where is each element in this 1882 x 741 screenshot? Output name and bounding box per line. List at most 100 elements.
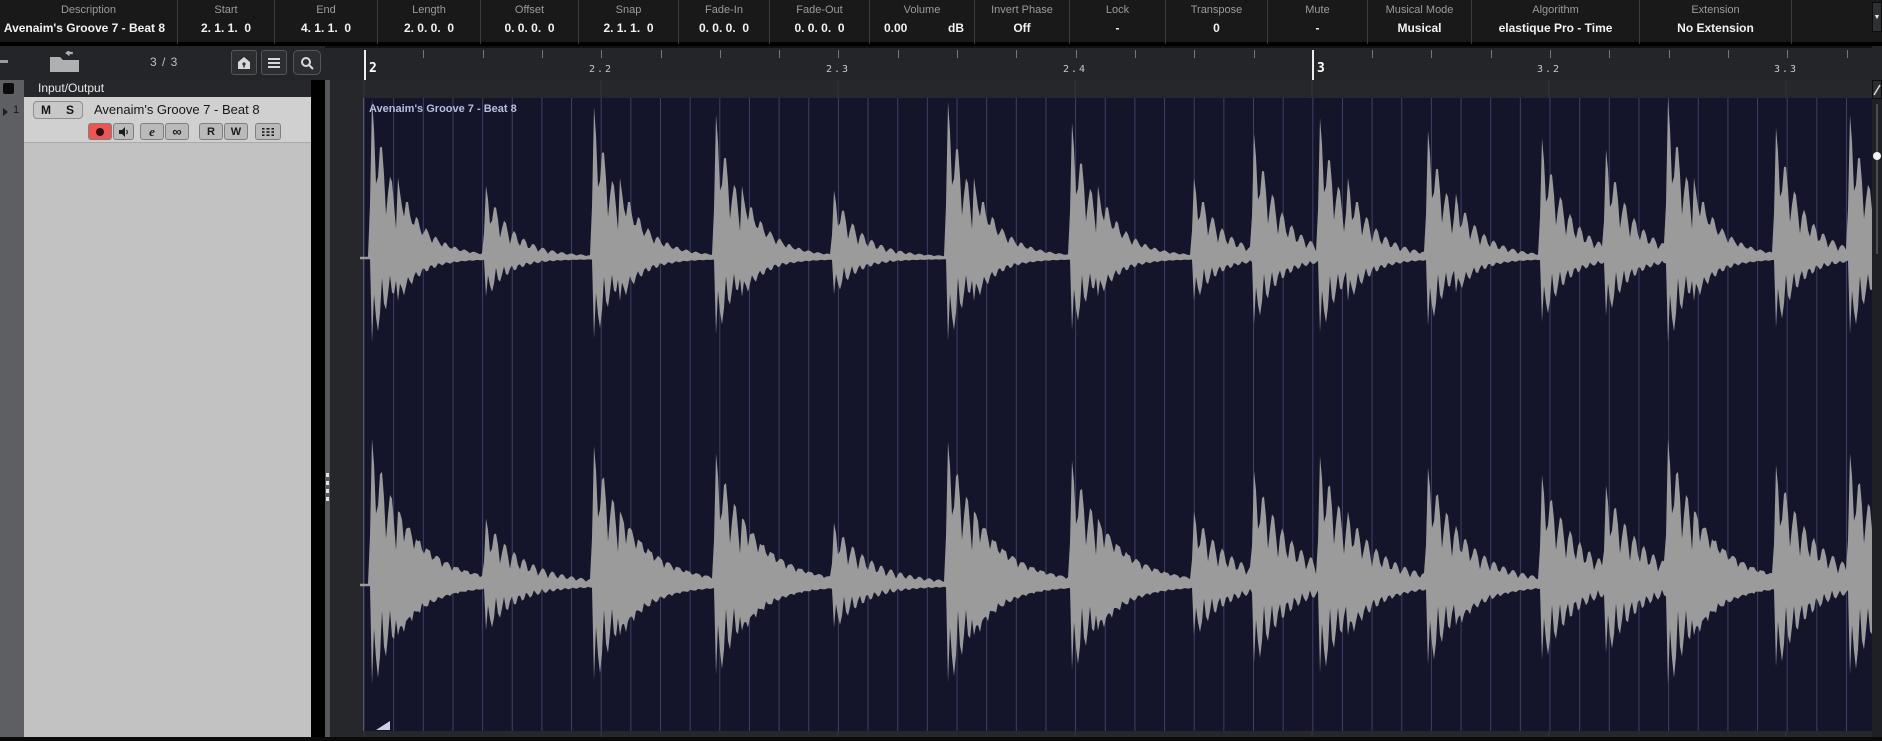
track-list-gutter: 1 [0, 80, 24, 737]
zoom-tool-icon[interactable] [1872, 80, 1882, 99]
ruler-tick [1609, 50, 1611, 58]
overlap-dash-icon[interactable] [0, 60, 8, 63]
ruler-beat-label: 3.3 [1773, 64, 1799, 75]
record-icon [96, 127, 104, 136]
info-label-start: Start [214, 4, 238, 16]
info-field-invert_phase[interactable]: Invert Phase Off [975, 0, 1070, 44]
info-field-mute[interactable]: Mute - [1268, 0, 1368, 44]
track-number: 1 [13, 104, 20, 116]
info-label-musical_mode: Musical Mode [1385, 4, 1454, 16]
info-field-fade_out[interactable]: Fade-Out 0. 0. 0. 0 [770, 0, 870, 44]
info-value-extension[interactable]: No Extension [1640, 21, 1791, 35]
panel-divider [311, 80, 325, 737]
ruler-tick [779, 50, 781, 58]
bars-beats-ruler[interactable]: 2 2.2 2.3 2.4 3 3.2 3.3 [325, 46, 1872, 80]
record-enable-button[interactable] [88, 123, 112, 140]
info-value-transpose[interactable]: 0 [1166, 21, 1267, 35]
info-value-start[interactable]: 2. 1. 1. 0 [178, 21, 274, 35]
waveform-channel-1 [360, 98, 1872, 343]
info-label-mute: Mute [1305, 4, 1330, 16]
zoom-slider-track[interactable] [1876, 104, 1878, 254]
info-field-start[interactable]: Start 2. 1. 1. 0 [178, 0, 275, 44]
search-icon[interactable] [293, 50, 321, 75]
info-value-length[interactable]: 2. 0. 0. 0 [378, 21, 480, 35]
info-filler [1792, 0, 1882, 42]
io-column-header: Input/Output [24, 80, 311, 97]
info-label-fade_in: Fade-In [705, 4, 743, 16]
info-field-description[interactable]: Description Avenaim's Groove 7 - Beat 8 [0, 0, 178, 44]
ruler-beat-label: 2.2 [588, 64, 614, 75]
info-label-extension: Extension [1691, 4, 1740, 16]
lanes-button[interactable] [255, 123, 281, 140]
home-icon[interactable] [231, 50, 257, 75]
info-value-musical_mode[interactable]: Musical [1368, 21, 1471, 35]
ruler-tick [482, 50, 484, 58]
info-field-volume[interactable]: Volume 0.00 dB [870, 0, 975, 44]
mute-button[interactable]: M [34, 102, 58, 118]
ruler-tick [957, 50, 958, 58]
info-label-snap: Snap [615, 4, 642, 16]
ruler-bar-line [1312, 50, 1314, 80]
info-field-offset[interactable]: Offset 0. 0. 0. 0 [481, 0, 579, 44]
info-label-volume: Volume [903, 4, 941, 16]
editor-toolbar-strip: 3 / 3 2 2.2 2.3 2.4 3 3.2 3.3 [0, 46, 1882, 80]
info-value-invert_phase[interactable]: Off [975, 21, 1069, 35]
info-label-transpose: Transpose [1190, 4, 1243, 16]
ruler-tick [1668, 50, 1670, 58]
ruler-tick [1372, 50, 1374, 58]
waveform-canvas[interactable]: Avenaim's Groove 7 - Beat 8 [330, 80, 1872, 737]
solo-button[interactable]: S [58, 102, 82, 118]
ruler-tick [1016, 50, 1018, 58]
info-value-end[interactable]: 4. 1. 1. 0 [275, 21, 377, 35]
waveform-channel-2 [360, 438, 1872, 685]
ruler-tick [897, 50, 899, 58]
info-field-extension[interactable]: Extension No Extension [1640, 0, 1792, 44]
info-value-offset[interactable]: 0. 0. 0. 0 [481, 21, 578, 35]
info-field-snap[interactable]: Snap 2. 1. 1. 0 [579, 0, 679, 44]
ruler-tick [1787, 50, 1789, 58]
info-field-end[interactable]: End 4. 1. 1. 0 [275, 0, 378, 44]
info-value-lock[interactable]: - [1070, 21, 1165, 35]
info-value-mute[interactable]: - [1268, 21, 1367, 35]
ruler-tick [660, 50, 662, 58]
read-automation-button[interactable]: R [199, 123, 223, 140]
stereo-waveform [360, 80, 1872, 737]
info-value-algorithm[interactable]: elastique Pro - Time [1472, 21, 1639, 35]
info-field-length[interactable]: Length 2. 0. 0. 0 [378, 0, 481, 44]
info-field-algorithm[interactable]: Algorithm elastique Pro - Time [1472, 0, 1640, 44]
window-bottom-edge [0, 737, 1882, 741]
info-label-invert_phase: Invert Phase [991, 4, 1053, 16]
ruler-tick [1134, 50, 1136, 58]
open-editor-icon[interactable] [46, 51, 86, 75]
zoom-slider-knob[interactable] [1873, 152, 1881, 160]
track-name[interactable]: Avenaim's Groove 7 - Beat 8 [94, 102, 260, 117]
info-field-lock[interactable]: Lock - [1070, 0, 1166, 44]
info-value-snap[interactable]: 2. 1. 1. 0 [579, 21, 678, 35]
ruler-tick [1253, 50, 1255, 58]
write-automation-button[interactable]: W [224, 123, 248, 140]
select-all-icon[interactable] [3, 83, 14, 94]
ruler-options-arrow-icon[interactable]: ▼ [1872, 2, 1882, 32]
edit-channel-button[interactable]: e [140, 123, 164, 140]
ruler-tick [423, 50, 425, 58]
info-value-fade_out[interactable]: 0. 0. 0. 0 [770, 21, 869, 35]
fade-handle-icon[interactable] [376, 721, 390, 730]
info-value-volume[interactable]: 0.00 dB [870, 21, 974, 35]
list-icon[interactable] [261, 50, 287, 75]
ruler-tick [1194, 50, 1196, 58]
ruler-bar-label: 2 [369, 61, 377, 76]
info-field-musical_mode[interactable]: Musical Mode Musical [1368, 0, 1472, 44]
lanes-icon [262, 126, 274, 137]
vertical-zoom-column[interactable] [1872, 80, 1882, 737]
link-button[interactable]: ∞ [165, 123, 189, 140]
info-label-length: Length [412, 4, 446, 16]
info-field-transpose[interactable]: Transpose 0 [1166, 0, 1268, 44]
info-field-fade_in[interactable]: Fade-In 0. 0. 0. 0 [679, 0, 770, 44]
monitor-button[interactable] [113, 123, 134, 140]
ruler-tick [838, 50, 840, 58]
audio-event-label: Avenaim's Groove 7 - Beat 8 [369, 103, 517, 115]
info-value-fade_in[interactable]: 0. 0. 0. 0 [679, 21, 769, 35]
ruler-tick [1431, 50, 1433, 58]
ruler-tick [541, 50, 543, 58]
track-row[interactable]: M S Avenaim's Groove 7 - Beat 8 e ∞ R W [24, 97, 311, 143]
